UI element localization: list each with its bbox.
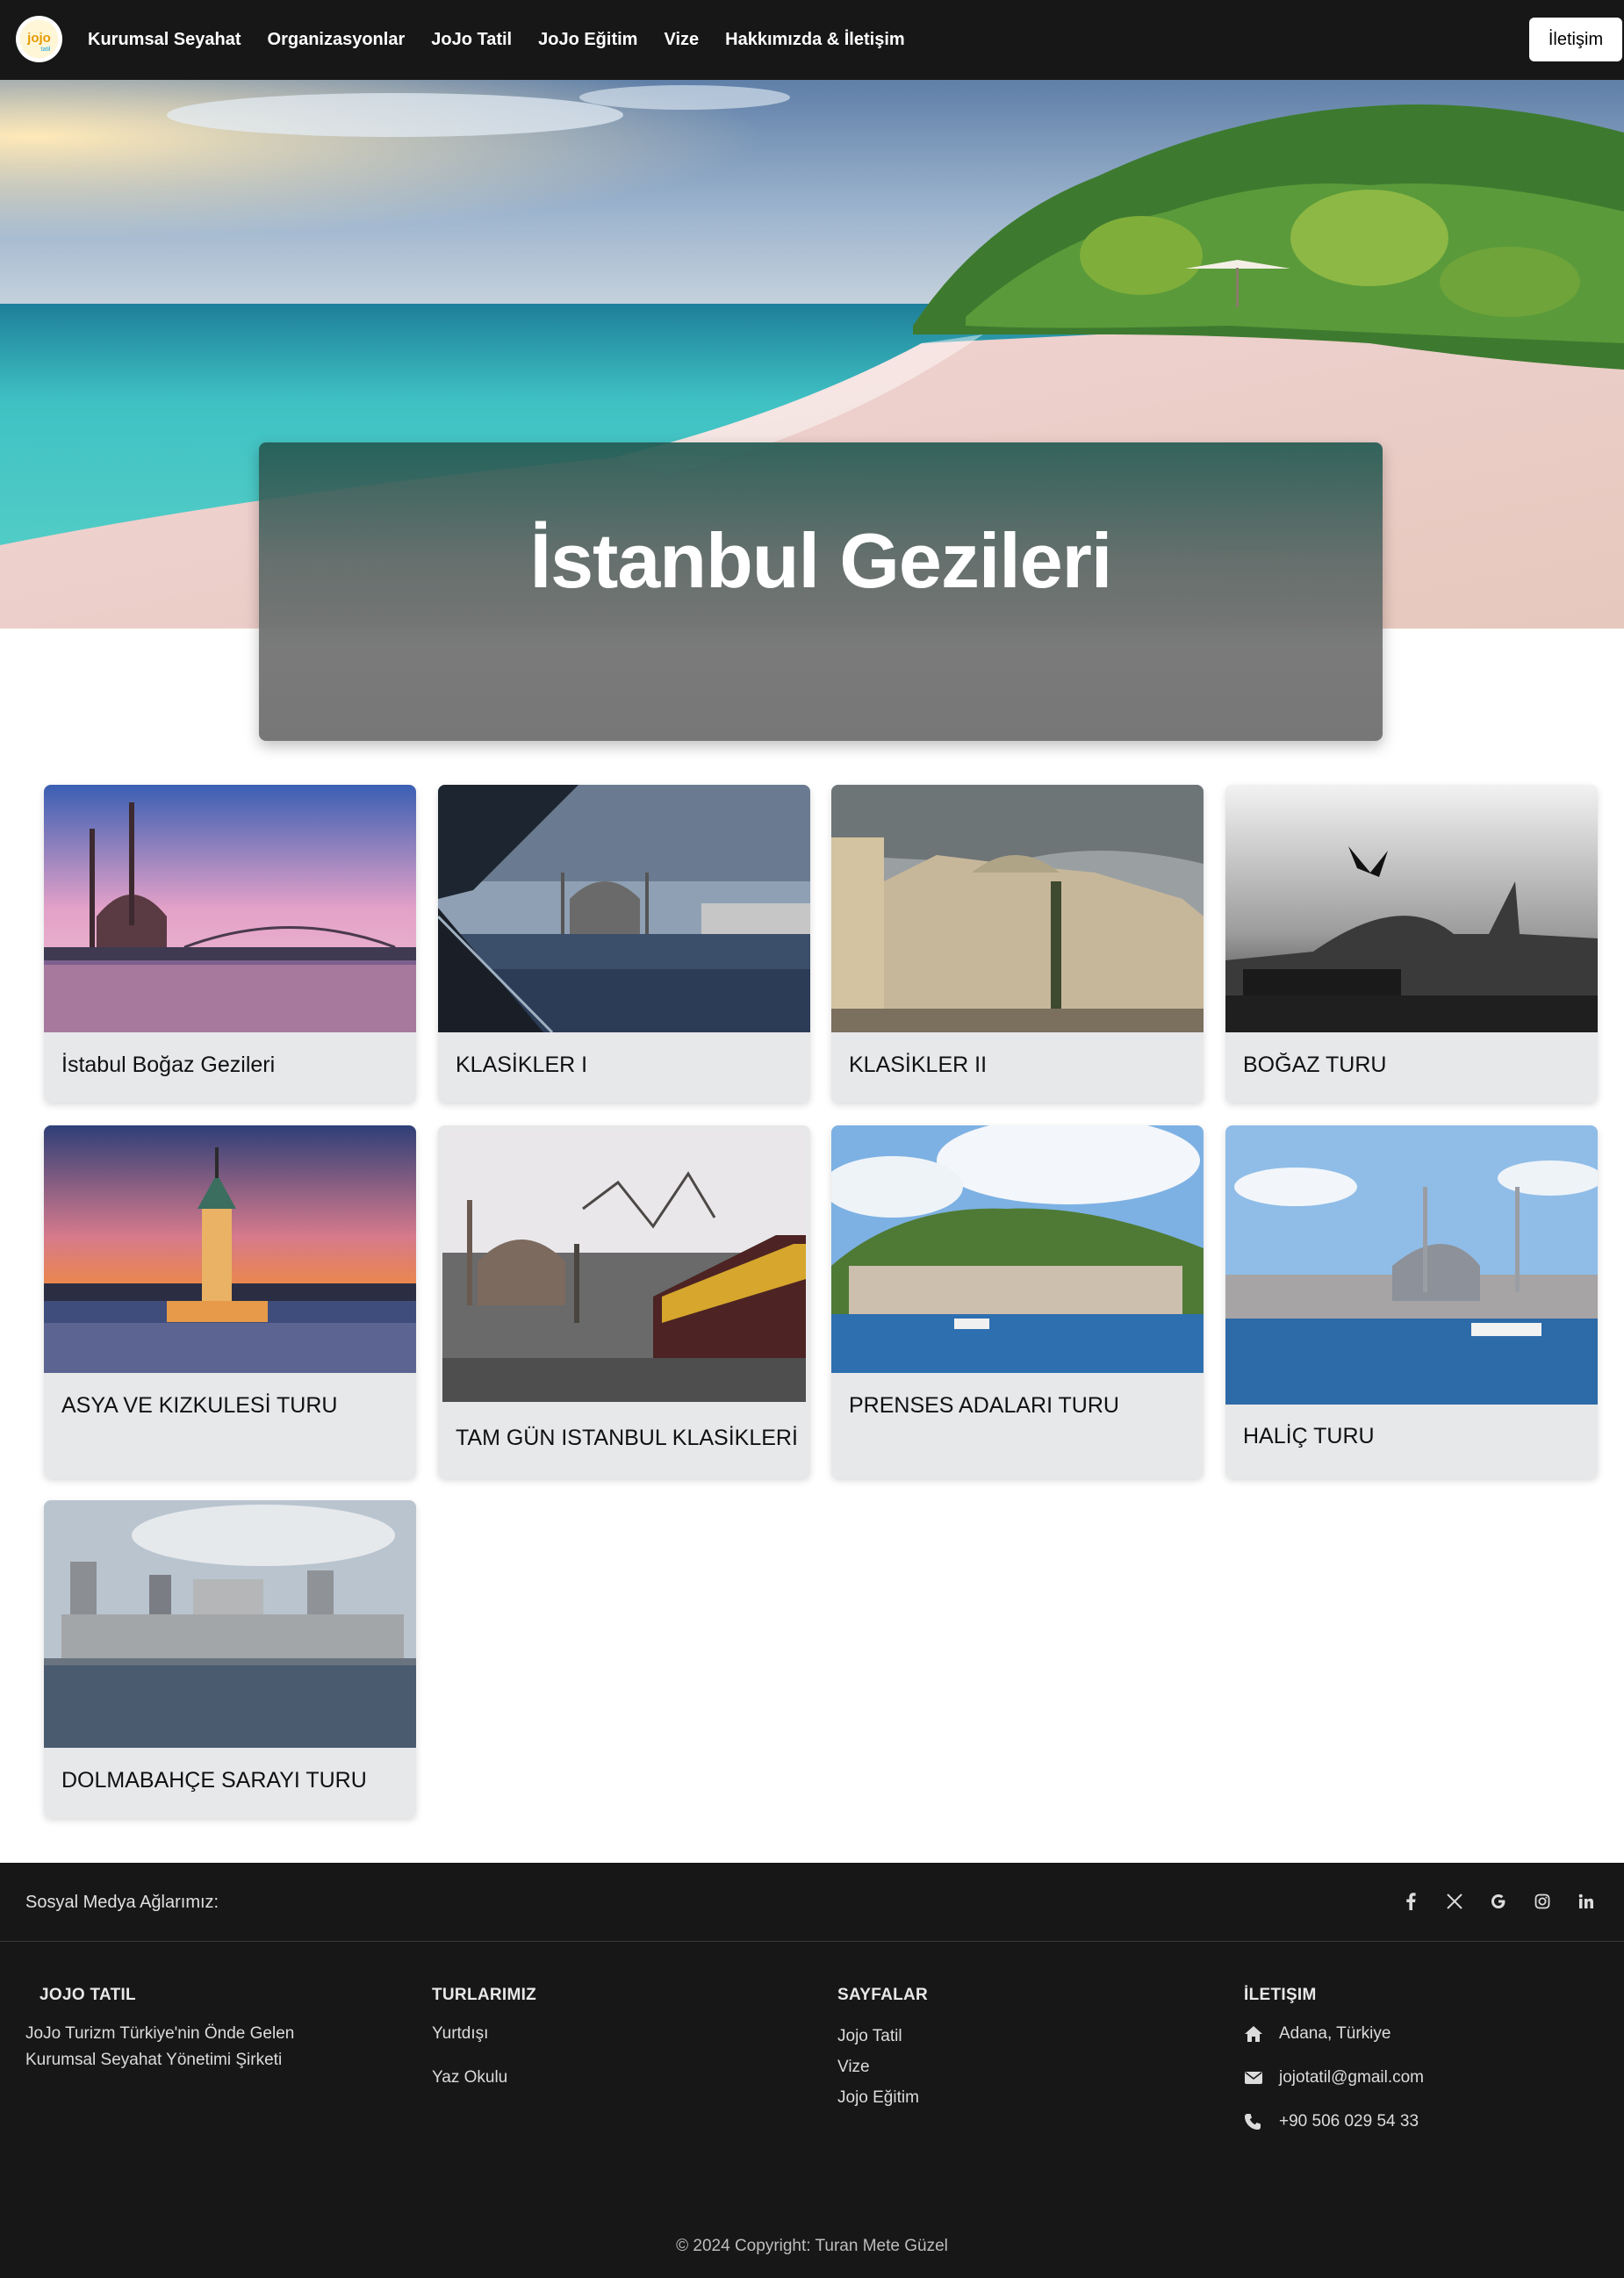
footer-email: jojotatil@gmail.com bbox=[1244, 2065, 1595, 2091]
nav-link-jojo-egitim[interactable]: JoJo Eğitim bbox=[538, 30, 637, 50]
tour-image-ortakoy bbox=[44, 785, 416, 1032]
nav-link-vize[interactable]: Vize bbox=[664, 30, 699, 50]
tour-card-asya-kizkulesi[interactable]: ASYA VE KIZKULESİ TURU bbox=[44, 1125, 416, 1478]
footer-address: Adana, Türkiye bbox=[1244, 2021, 1595, 2047]
x-icon[interactable] bbox=[1433, 1888, 1477, 1915]
linkedin-icon[interactable] bbox=[1564, 1888, 1608, 1915]
tour-card-prenses-adalari[interactable]: PRENSES ADALARI TURU bbox=[831, 1125, 1204, 1478]
facebook-icon[interactable] bbox=[1389, 1888, 1433, 1915]
address-text: Adana, Türkiye bbox=[1279, 2024, 1391, 2043]
tour-label: PRENSES ADALARI TURU bbox=[849, 1393, 1119, 1418]
footer-heading: SAYFALAR bbox=[837, 1986, 929, 2004]
copyright-text: © 2024 Copyright: Turan Mete Güzel bbox=[676, 2237, 948, 2255]
footer-link-jojo-egitim[interactable]: Jojo Eğitim bbox=[837, 2082, 1101, 2113]
social-icons bbox=[1389, 1888, 1608, 1915]
footer-link-yurtdisi[interactable]: Yurtdışı bbox=[432, 2021, 695, 2047]
tour-image-seagull-silhouette bbox=[1225, 785, 1598, 1032]
footer-col-sayfalar: SAYFALAR Jojo Tatil Vize Jojo Eğitim bbox=[837, 1986, 1101, 2113]
instagram-icon[interactable] bbox=[1520, 1888, 1564, 1915]
footer-link-jojo-tatil[interactable]: Jojo Tatil bbox=[837, 2021, 1101, 2052]
svg-text:jojo: jojo bbox=[26, 31, 51, 46]
tour-image-ferry-mosque bbox=[438, 785, 810, 1032]
tour-label: ASYA VE KIZKULESİ TURU bbox=[61, 1393, 338, 1418]
home-icon bbox=[1244, 2025, 1279, 2043]
tour-card-tam-gun-istanbul[interactable]: TAM GÜN ISTANBUL KLASİKLERİ bbox=[438, 1125, 810, 1478]
google-icon[interactable] bbox=[1477, 1888, 1520, 1915]
tour-image-kizkulesi bbox=[44, 1125, 416, 1373]
tour-card-istanbul-bogaz-gezileri[interactable]: İstabul Boğaz Gezileri bbox=[44, 785, 416, 1103]
footer-phone: +90 506 029 54 33 bbox=[1244, 2109, 1595, 2135]
hero-title-card: İstanbul Gezileri bbox=[259, 442, 1383, 741]
social-bar: Sosyal Medya Ağlarımız: bbox=[0, 1863, 1624, 1942]
nav-link-hakkimizda[interactable]: Hakkımızda & İletişim bbox=[725, 30, 905, 50]
footer-heading: JOJO TATIL bbox=[40, 1986, 136, 2004]
email-text[interactable]: jojotatil@gmail.com bbox=[1279, 2068, 1424, 2088]
footer-col-jojo-tatil: JOJO TATIL JoJo Turizm Türkiye'nin Önde … bbox=[25, 1986, 359, 2073]
tour-label: DOLMABAHÇE SARAYI TURU bbox=[61, 1768, 367, 1793]
footer-col-iletisim: İLETIŞIM Adana, Türkiye jojotatil@gmail.… bbox=[1244, 1986, 1595, 2152]
tour-label: TAM GÜN ISTANBUL KLASİKLERİ bbox=[456, 1426, 798, 1450]
nav-link-organizasyonlar[interactable]: Organizasyonlar bbox=[268, 30, 406, 50]
envelope-icon bbox=[1244, 2071, 1279, 2085]
contact-button[interactable]: İletişim bbox=[1529, 18, 1622, 61]
tour-card-bogaz-turu[interactable]: BOĞAZ TURU bbox=[1225, 785, 1598, 1103]
footer-col-turlarimiz: TURLARIMIZ Yurtdışı Yaz Okulu bbox=[432, 1986, 695, 2091]
tour-card-klasikler-2[interactable]: KLASİKLER II bbox=[831, 785, 1204, 1103]
tour-label: KLASİKLER I bbox=[456, 1053, 588, 1077]
navbar: jojo tatil Kurumsal Seyahat Organizasyon… bbox=[0, 0, 1624, 80]
footer: Sosyal Medya Ağlarımız: JOJO TATIL JoJo … bbox=[0, 1863, 1624, 2278]
footer-link-yaz-okulu[interactable]: Yaz Okulu bbox=[432, 2065, 695, 2091]
tour-image-princes-islands bbox=[831, 1125, 1204, 1373]
footer-company-description: JoJo Turizm Türkiye'nin Önde Gelen Kurum… bbox=[25, 2024, 295, 2069]
page-title: İstanbul Gezileri bbox=[529, 517, 1113, 604]
nav-link-kurumsal-seyahat[interactable]: Kurumsal Seyahat bbox=[88, 30, 241, 50]
footer-heading: TURLARIMIZ bbox=[432, 1986, 537, 2004]
phone-text[interactable]: +90 506 029 54 33 bbox=[1279, 2112, 1419, 2131]
tour-card-halic[interactable]: HALİÇ TURU bbox=[1225, 1125, 1598, 1478]
social-media-text: Sosyal Medya Ağlarımız: bbox=[25, 1893, 219, 1912]
footer-heading: İLETIŞIM bbox=[1244, 1986, 1317, 2004]
phone-icon bbox=[1244, 2113, 1279, 2131]
tour-label: BOĞAZ TURU bbox=[1243, 1053, 1387, 1077]
tour-card-klasikler-1[interactable]: KLASİKLER I bbox=[438, 785, 810, 1103]
jojo-logo[interactable]: jojo tatil bbox=[16, 16, 62, 62]
nav-links: Kurumsal Seyahat Organizasyonlar JoJo Ta… bbox=[88, 0, 931, 80]
tour-card-dolmabahce[interactable]: DOLMABAHÇE SARAYI TURU bbox=[44, 1500, 416, 1818]
footer-link-vize[interactable]: Vize bbox=[837, 2052, 1101, 2082]
tour-image-suleymaniye bbox=[1225, 1125, 1598, 1405]
tour-image-mosque-courtyard bbox=[831, 785, 1204, 1032]
svg-text:tatil: tatil bbox=[41, 47, 51, 53]
tour-label: KLASİKLER II bbox=[849, 1053, 988, 1077]
tour-label: HALİÇ TURU bbox=[1243, 1424, 1375, 1448]
tour-label: İstabul Boğaz Gezileri bbox=[61, 1053, 276, 1077]
tour-image-bigbus bbox=[442, 1130, 806, 1402]
nav-link-jojo-tatil[interactable]: JoJo Tatil bbox=[431, 30, 512, 50]
tour-image-dolmabahce-palace bbox=[44, 1500, 416, 1748]
